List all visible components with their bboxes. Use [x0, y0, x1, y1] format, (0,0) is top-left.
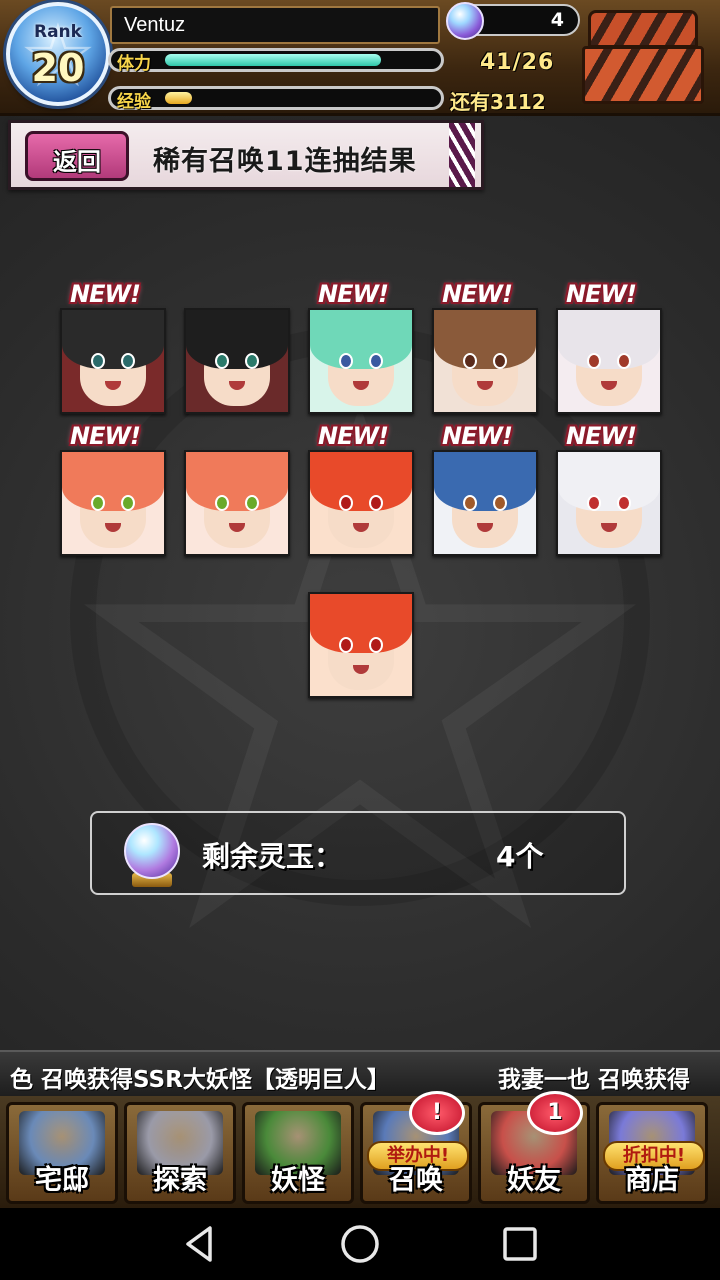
result-card[interactable]: NEW!: [60, 280, 166, 414]
result-card[interactable]: NEW!: [60, 422, 166, 556]
notification-badge: !: [409, 1091, 465, 1135]
header-banner: 返回 稀有召唤11连抽结果: [8, 120, 484, 190]
menu-button-1[interactable]: 探索: [124, 1102, 236, 1204]
new-badge: NEW!: [318, 280, 389, 308]
new-badge: NEW!: [70, 422, 141, 450]
result-card[interactable]: [184, 450, 290, 556]
menu-button-3[interactable]: 举办中! 召唤!: [360, 1091, 472, 1204]
menu-label: 宅邸: [35, 1165, 89, 1196]
stamina-label: 体力: [117, 54, 151, 74]
menu-button-5[interactable]: 折扣中! 商店: [596, 1102, 708, 1204]
player-name: Ventuz: [124, 14, 186, 36]
character-portrait: [558, 452, 660, 554]
remaining-orbs-label: 剩余灵玉：: [202, 840, 343, 873]
remaining-orbs-value: 4个: [496, 840, 544, 873]
menu-label: 召唤: [389, 1165, 443, 1196]
exp-fill: [165, 92, 192, 104]
back-triangle-icon[interactable]: [178, 1222, 222, 1266]
status-bar: ☆ Rank 20 Ventuz 体力 经验 4 41/26 还有3112: [0, 0, 720, 116]
new-badge: NEW!: [566, 280, 637, 308]
stamina-value: 41/26: [480, 50, 555, 75]
character-portrait: [310, 594, 412, 696]
orb-count: 4: [550, 9, 564, 31]
rank-label: Rank: [34, 22, 82, 42]
treasure-chest-button[interactable]: [582, 8, 704, 108]
new-badge: NEW!: [318, 422, 389, 450]
page-title: 稀有召唤11连抽结果: [153, 146, 417, 177]
character-portrait: [434, 310, 536, 412]
character-portrait: [62, 452, 164, 554]
chest-icon: [588, 10, 698, 48]
result-card[interactable]: [184, 308, 290, 414]
back-label: 返回: [53, 148, 101, 176]
result-card[interactable]: NEW!: [308, 280, 414, 414]
result-card[interactable]: NEW!: [556, 280, 662, 414]
stamina-recovery-time: 还有3112: [450, 90, 546, 114]
new-badge: NEW!: [566, 422, 637, 450]
menu-label: 妖怪: [271, 1165, 325, 1196]
orb-counter[interactable]: 4: [446, 2, 580, 40]
result-card[interactable]: NEW!: [556, 422, 662, 556]
spirit-orb-icon: [446, 2, 484, 40]
notification-badge: 1: [527, 1091, 583, 1135]
stamina-bar: 体力: [108, 48, 444, 74]
character-portrait: [310, 452, 412, 554]
bottom-menu: 宅邸 探索 妖怪 举办中! 召唤! 妖友 1 折扣中! 商店: [0, 1091, 720, 1208]
new-badge: NEW!: [70, 280, 141, 308]
rank-value: 20: [31, 46, 85, 90]
menu-button-4[interactable]: 妖友 1: [478, 1091, 590, 1204]
home-circle-icon[interactable]: [338, 1222, 382, 1266]
news-ticker: 色 召唤获得SSR大妖怪【透明巨人】 我妻一也 召唤获得: [0, 1050, 720, 1096]
remaining-orbs-panel: 剩余灵玉： 4个: [90, 811, 626, 895]
menu-label: 妖友: [507, 1165, 561, 1196]
result-card[interactable]: NEW!: [432, 422, 538, 556]
character-portrait: [186, 310, 288, 412]
back-button[interactable]: 返回: [25, 131, 129, 181]
summon-results-screen: ☆ 返回 稀有召唤11连抽结果 NEW!NEW!NEW!NEW!NEW!NEW!…: [0, 116, 720, 1050]
result-card[interactable]: NEW!: [432, 280, 538, 414]
ticker-message: 色 召唤获得SSR大妖怪【透明巨人】: [10, 1067, 390, 1093]
result-card[interactable]: NEW!: [308, 422, 414, 556]
menu-label: 商店: [625, 1165, 679, 1196]
menu-button-0[interactable]: 宅邸: [6, 1102, 118, 1204]
spirit-orb-icon: [124, 823, 180, 879]
exp-label: 经验: [117, 92, 151, 112]
character-portrait: [62, 310, 164, 412]
android-nav-bar: [0, 1208, 720, 1280]
character-portrait: [558, 310, 660, 412]
player-name-plate: Ventuz: [110, 6, 440, 44]
new-badge: NEW!: [442, 280, 513, 308]
rank-badge: ☆ Rank 20: [6, 2, 110, 106]
stamina-fill: [165, 54, 381, 66]
exp-bar: 经验: [108, 86, 444, 112]
character-portrait: [434, 452, 536, 554]
ticker-message-2: 我妻一也 召唤获得: [498, 1067, 691, 1093]
menu-label: 探索: [153, 1165, 207, 1196]
character-portrait: [310, 310, 412, 412]
menu-button-2[interactable]: 妖怪: [242, 1102, 354, 1204]
banner-decoration: [449, 123, 475, 187]
recent-apps-square-icon[interactable]: [498, 1222, 542, 1266]
new-badge: NEW!: [442, 422, 513, 450]
character-portrait: [186, 452, 288, 554]
result-card[interactable]: [308, 592, 414, 698]
